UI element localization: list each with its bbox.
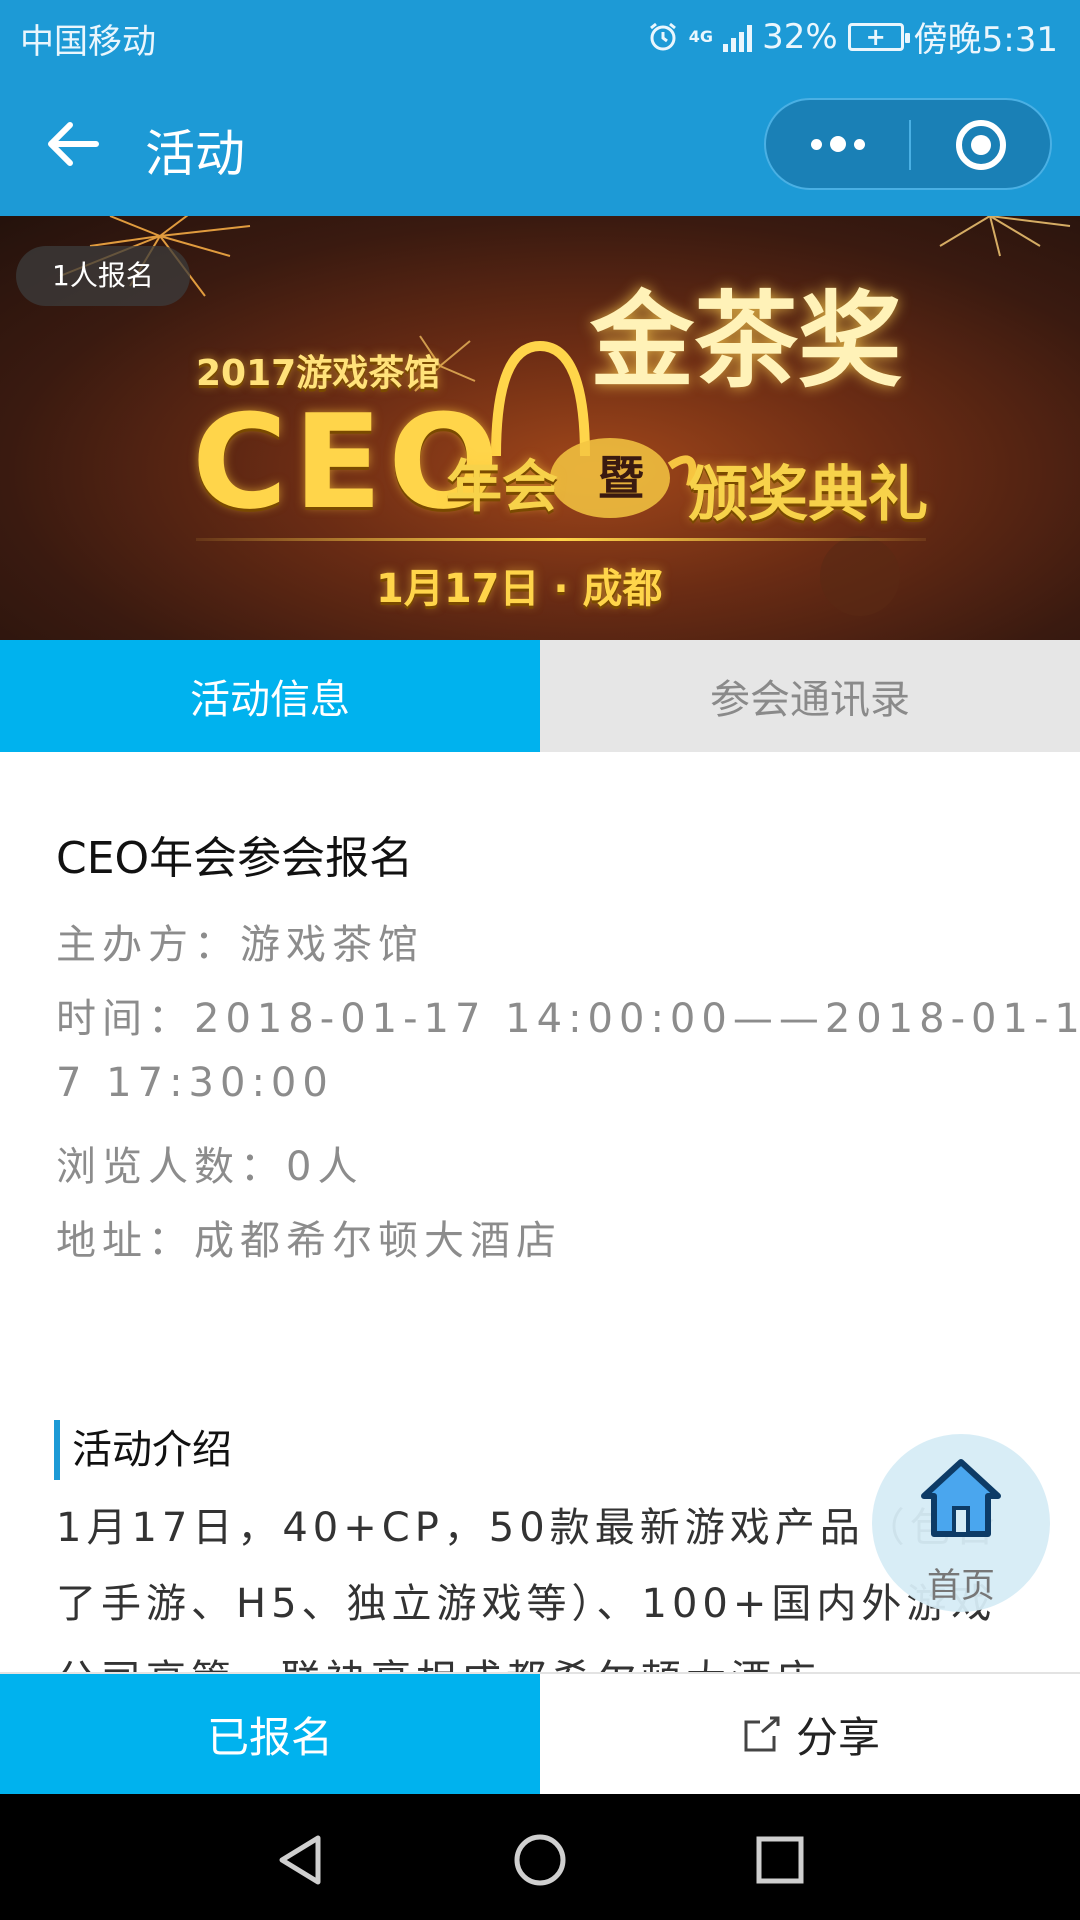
event-banner: 1人报名 金茶奖 2017游戏茶馆 CEO 年会 暨 颁奖典礼 1月17日 · … (0, 216, 1080, 640)
address-text: 地址：成都希尔顿大酒店 (56, 1218, 562, 1264)
status-icons: 4G 32% + 傍晚5:31 (647, 12, 1058, 61)
signup-count-badge: 1人报名 (16, 246, 190, 306)
home-label: 首页 (927, 1566, 995, 1606)
clock: 傍晚5:31 (913, 20, 1058, 60)
tab-event-info[interactable]: 活动信息 (0, 640, 540, 752)
status-bar: 中国移动 4G 32% + 傍晚5:31 (0, 0, 1080, 74)
share-icon (744, 1716, 780, 1752)
page-title: 活动 (145, 125, 245, 183)
home-icon (921, 1459, 1001, 1537)
banner-ceremony-text: 颁奖典礼 (688, 460, 928, 530)
bottom-action-bar: 已报名 分享 (0, 1672, 1080, 1794)
share-button[interactable]: 分享 (540, 1674, 1080, 1794)
banner-annual-text: 年会 (446, 455, 558, 520)
intro-heading: 活动介绍 (54, 1420, 232, 1480)
banner-divider (196, 538, 926, 541)
carrier-name: 中国移动 (20, 22, 156, 62)
system-nav-bar (0, 1794, 1080, 1920)
registered-button[interactable]: 已报名 (0, 1674, 540, 1794)
banner-award-text: 金茶奖 (590, 279, 903, 402)
home-button[interactable]: 首页 (872, 1434, 1050, 1612)
nav-home-icon[interactable] (512, 1832, 568, 1888)
tab-bar: 活动信息 参会通讯录 (0, 640, 1080, 752)
mini-program-capsule (764, 98, 1052, 190)
alarm-icon (649, 22, 676, 50)
organizer-text: 主办方：游戏茶馆 (56, 922, 424, 968)
more-icon[interactable] (766, 100, 910, 188)
views-count-text: 浏览人数：0人 (56, 1144, 364, 1190)
back-arrow-icon[interactable] (40, 112, 104, 176)
battery-percent: 32% (762, 16, 838, 57)
time-text-line2: 7 17:30:00 (56, 1060, 334, 1106)
nav-recents-icon[interactable] (752, 1832, 808, 1888)
network-type: 4G (688, 26, 714, 46)
signal-icon (723, 22, 753, 52)
nav-back-icon[interactable] (272, 1832, 328, 1888)
tab-attendee-directory[interactable]: 参会通讯录 (540, 640, 1080, 752)
event-title: CEO年会参会报名 (56, 833, 414, 884)
capsule-divider (909, 120, 911, 170)
title-bar: 活动 (0, 74, 1080, 216)
close-target-icon[interactable] (956, 120, 1006, 170)
share-label: 分享 (795, 1712, 880, 1762)
battery-charging-icon: + (847, 22, 910, 51)
banner-date-text: 1月17日 · 成都 (376, 566, 663, 612)
time-text-line1: 时间：2018-01-17 14:00:00——2018-01-1 (56, 996, 1080, 1042)
banner-and-text: 暨 (598, 451, 644, 505)
